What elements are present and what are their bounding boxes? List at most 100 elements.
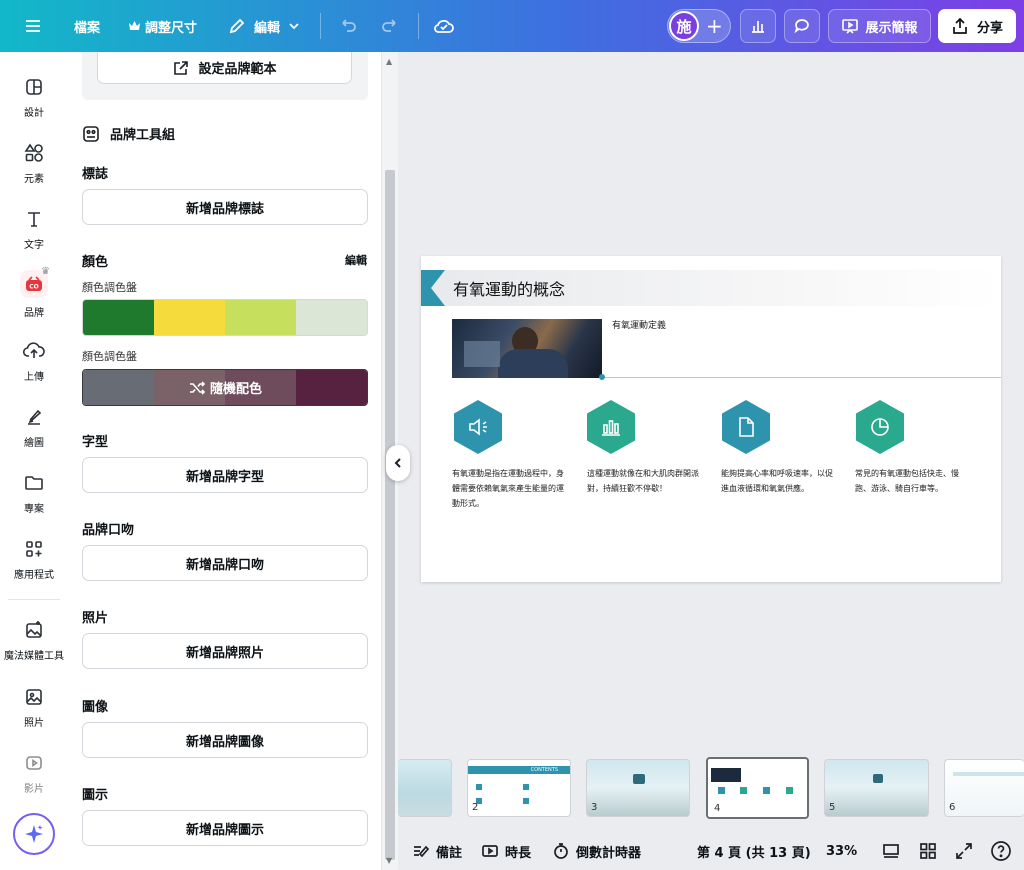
comments-button[interactable] <box>784 9 820 43</box>
font-heading: 字型 <box>82 435 109 450</box>
rail-divider <box>8 599 60 600</box>
color-swatch[interactable] <box>225 300 296 335</box>
rail-item-label: 應用程式 <box>14 570 54 581</box>
slide-page[interactable]: 有氧運動的概念 有氧運動定義 有氧運動是指在運動過程中，身體需要依賴氧氣來產生能… <box>421 256 1001 582</box>
logo-heading: 標誌 <box>82 167 109 182</box>
rail-item-projects[interactable]: 專案 <box>0 466 68 526</box>
share-button[interactable]: 分享 <box>938 9 1016 43</box>
rail-item-apps[interactable]: 應用程式 <box>0 532 68 592</box>
set-brand-template-button[interactable]: 設定品牌範本 <box>97 52 352 84</box>
thumb-hex <box>763 787 770 794</box>
present-button[interactable]: 展示簡報 <box>828 9 931 43</box>
magic-assistant-button[interactable] <box>13 813 55 855</box>
rail-item-design[interactable]: 設計 <box>0 70 68 130</box>
text-icon <box>28 212 40 227</box>
file-menu[interactable]: 檔案 <box>74 0 100 52</box>
insights-button[interactable] <box>740 9 776 43</box>
slide-thumbnail-5[interactable]: 5 <box>824 759 929 817</box>
color-swatch[interactable] <box>83 370 154 405</box>
notes-button[interactable]: 備註 <box>412 834 462 868</box>
collapse-panel-button[interactable] <box>386 445 410 481</box>
add-brand-photo-button[interactable]: 新增品牌照片 <box>82 633 368 669</box>
slide-thumbnail-4-current[interactable]: 4 <box>706 757 809 819</box>
speaker-icon <box>469 418 487 436</box>
file-menu-label: 檔案 <box>74 20 101 36</box>
slide-thumbnail-6[interactable]: 6 <box>944 759 1024 817</box>
scrollbar-thumb[interactable] <box>385 170 395 860</box>
help-button[interactable] <box>990 834 1012 868</box>
color-edit-link[interactable]: 編輯 <box>345 252 367 268</box>
color-swatch[interactable] <box>154 300 225 335</box>
slide-photo-man-laptop[interactable] <box>452 319 602 378</box>
duration-button[interactable]: 時長 <box>481 834 531 868</box>
timer-button[interactable]: 倒數計時器 <box>552 834 641 868</box>
thumb-bullet <box>476 784 482 790</box>
add-brand-font-label: 新增品牌字型 <box>185 469 264 485</box>
point-text-3[interactable]: 能夠提高心率和呼吸速率，以促進血液循環和氧氣供應。 <box>721 466 836 496</box>
rail-item-label: 專案 <box>24 504 44 515</box>
rail-item-draw[interactable]: 繪圖 <box>0 400 68 460</box>
scroll-up-arrow[interactable]: ▲ <box>386 57 392 66</box>
zoom-level[interactable]: 33% <box>826 834 857 868</box>
fullscreen-button[interactable] <box>955 834 973 868</box>
grid-view-button[interactable] <box>919 834 937 868</box>
point-hexagon-2[interactable] <box>587 400 635 454</box>
document-icon <box>739 417 754 437</box>
color-palette-1[interactable] <box>82 299 368 336</box>
rail-item-uploads[interactable]: 上傳 <box>0 334 68 394</box>
add-brand-graphic-button[interactable]: 新增品牌圖像 <box>82 722 368 758</box>
rail-item-photos[interactable]: 照片 <box>0 680 68 740</box>
laptop-screen <box>464 341 500 367</box>
rail-item-brand[interactable]: CO ♛ 品牌 <box>0 266 68 328</box>
rail-item-label: 影片 <box>24 784 44 795</box>
rail-item-text[interactable]: 文字 <box>0 202 68 262</box>
point-text-2[interactable]: 這種運動就像在和大肌肉群開派對，持續狂歡不停歇！ <box>587 466 702 496</box>
share-upload-icon <box>953 17 967 34</box>
rail-item-label: 上傳 <box>24 372 44 383</box>
stopwatch-icon <box>554 843 568 859</box>
redo-button[interactable] <box>380 0 400 52</box>
point-text-4[interactable]: 常見的有氧運動包括快走、慢跑、游泳、騎自行車等。 <box>855 466 970 496</box>
avatar[interactable]: 施 <box>669 11 699 41</box>
color-swatch[interactable] <box>296 370 367 405</box>
rail-item-elements[interactable]: 元素 <box>0 136 68 196</box>
pie-chart-icon <box>871 418 889 436</box>
point-hexagon-4[interactable] <box>856 400 904 454</box>
slide-thumbnail-2[interactable]: CONTENTS 2 <box>467 759 571 817</box>
rail-item-videos[interactable]: 影片 <box>0 746 68 806</box>
cloud-save-button[interactable] <box>433 0 455 52</box>
resize-button[interactable]: 調整尺寸 <box>128 0 197 52</box>
point-hexagon-1[interactable] <box>454 400 502 454</box>
point-hexagon-3[interactable] <box>722 400 770 454</box>
add-brand-icon-button[interactable]: 新增品牌圖示 <box>82 810 368 846</box>
page-view-button[interactable] <box>882 834 900 868</box>
shuffle-colors-button[interactable]: 隨機配色 <box>154 369 296 406</box>
crown-icon <box>129 21 140 30</box>
add-brand-logo-button[interactable]: 新增品牌標誌 <box>82 189 368 225</box>
rail-item-magic-media[interactable]: 魔法媒體工具 <box>0 613 68 673</box>
page-indicator-text: 第 4 頁 (共 13 頁) <box>697 845 811 861</box>
undo-button[interactable] <box>338 0 358 52</box>
add-collaborator-button[interactable]: + <box>706 0 723 52</box>
toolbar-divider <box>320 13 321 39</box>
color-swatch[interactable] <box>83 300 154 335</box>
scroll-down-arrow[interactable]: ▼ <box>386 856 392 865</box>
duration-icon <box>482 845 498 857</box>
edit-mode-label: 編輯 <box>254 20 281 36</box>
brand-icon: CO <box>26 276 42 291</box>
slide-thumbnail-3[interactable]: 3 <box>586 759 690 817</box>
add-brand-voice-button[interactable]: 新增品牌口吻 <box>82 545 368 581</box>
definition-heading[interactable]: 有氧運動定義 <box>612 318 666 331</box>
page-indicator[interactable]: 第 4 頁 (共 13 頁) <box>697 834 811 868</box>
menu-button[interactable] <box>24 0 42 52</box>
thumb-bullet <box>523 798 529 804</box>
folder-icon <box>25 476 43 490</box>
slide-title[interactable]: 有氧運動的概念 <box>453 276 565 300</box>
color-swatch[interactable] <box>296 300 367 335</box>
point-text-1[interactable]: 有氧運動是指在運動過程中，身體需要依賴氧氣來產生能量的運動形式。 <box>452 466 567 511</box>
edit-mode-button[interactable]: 編輯 <box>228 0 300 52</box>
chevron-down-icon <box>289 23 299 30</box>
slide-thumbnail-1[interactable] <box>398 759 452 817</box>
add-brand-font-button[interactable]: 新增品牌字型 <box>82 457 368 493</box>
toolbar-divider <box>418 13 419 39</box>
